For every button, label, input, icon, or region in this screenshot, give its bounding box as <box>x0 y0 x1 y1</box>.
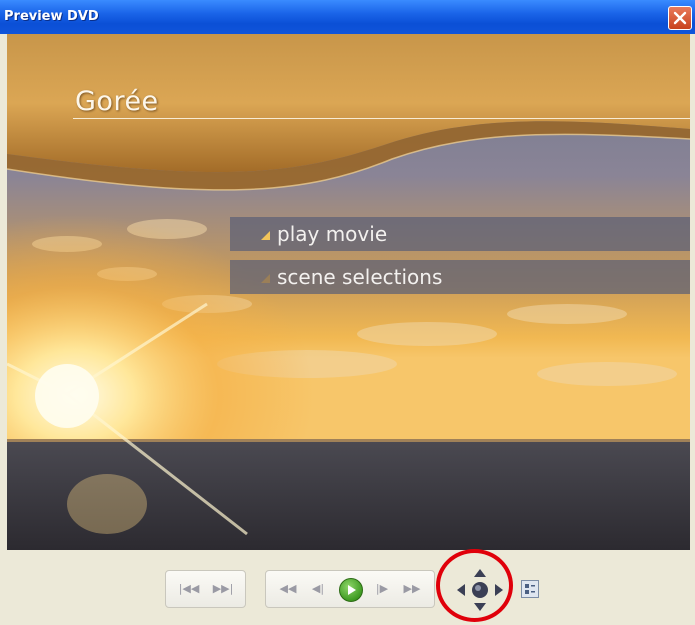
window-frame <box>0 34 7 625</box>
step-forward-button[interactable]: |▶ <box>370 571 394 607</box>
fast-forward-button[interactable]: ▶▶ <box>400 571 424 607</box>
menu-item-play-movie[interactable]: play movie <box>230 217 690 251</box>
chapter-skip-group: |◀◀ ▶▶| <box>165 570 246 608</box>
step-back-button[interactable]: ◀| <box>306 571 330 607</box>
close-button[interactable] <box>668 6 692 30</box>
next-chapter-button[interactable]: ▶▶| <box>208 571 238 607</box>
bullet-icon <box>261 274 270 283</box>
close-icon <box>673 11 687 25</box>
highlight-circle <box>436 549 513 622</box>
dvd-menu-icon <box>525 584 535 594</box>
play-icon <box>348 585 356 595</box>
window-title: Preview DVD <box>4 9 99 24</box>
title-bar[interactable]: Preview DVD <box>0 0 695 34</box>
preview-dvd-window: Preview DVD Gorée play movie scene selec… <box>0 0 695 625</box>
dvd-menu-preview: Gorée play movie scene selections <box>7 34 690 550</box>
dvd-menu-title: Gorée <box>75 86 159 117</box>
play-button[interactable] <box>339 578 363 602</box>
previous-chapter-button[interactable]: |◀◀ <box>174 571 204 607</box>
dvd-menu-button[interactable] <box>521 580 539 598</box>
menu-item-scene-selections[interactable]: scene selections <box>230 260 690 294</box>
bullet-icon <box>261 231 270 240</box>
menu-item-label: play movie <box>277 222 388 246</box>
menu-item-label: scene selections <box>277 265 443 289</box>
title-divider <box>73 118 690 119</box>
rewind-button[interactable]: ◀◀ <box>276 571 300 607</box>
